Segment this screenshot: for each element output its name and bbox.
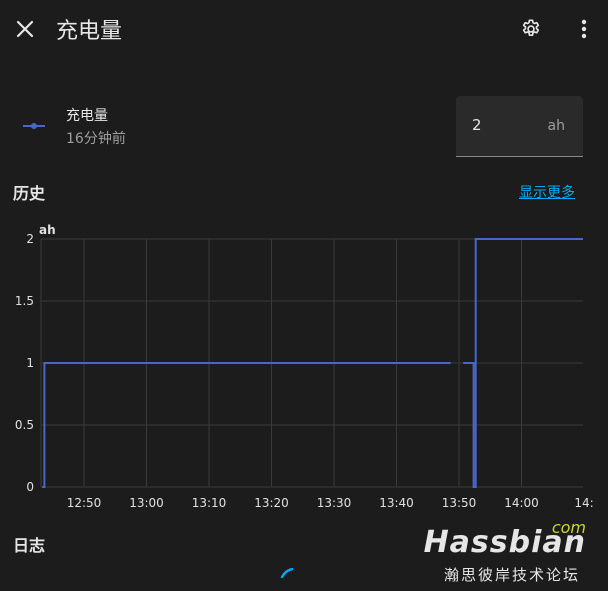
y-tick-label: 2 — [26, 232, 34, 246]
x-tick-label: 13:30 — [317, 496, 352, 510]
history-title: 历史 — [13, 184, 46, 203]
y-tick-label: 1.5 — [15, 294, 34, 308]
close-icon — [16, 20, 34, 38]
more-vert-icon — [581, 19, 587, 39]
settings-button[interactable] — [512, 10, 550, 48]
y-tick-label: 0.5 — [15, 418, 34, 432]
y-axis-label: ah — [39, 223, 56, 237]
x-tick-label: 13:10 — [192, 496, 227, 510]
more-options-button[interactable] — [566, 10, 602, 48]
logbook-title: 日志 — [13, 536, 46, 555]
x-tick-label: 12:50 — [67, 496, 102, 510]
y-tick-label: 0 — [26, 480, 34, 494]
entity-last-changed: 16分钟前 — [66, 131, 126, 147]
entity-name: 充电量 — [66, 108, 108, 124]
x-tick-label: 13:00 — [129, 496, 164, 510]
x-tick-label: 14:00 — [504, 496, 539, 510]
x-tick-label: 14: — [574, 496, 593, 510]
gear-icon — [522, 19, 540, 36]
x-tick-label: 13:40 — [379, 496, 414, 510]
y-tick-label: 1 — [26, 356, 34, 370]
close-button[interactable] — [6, 10, 44, 48]
show-more-link[interactable]: 显示更多 — [519, 182, 575, 202]
dialog-title: 充电量 — [56, 19, 123, 44]
value-input[interactable] — [472, 116, 532, 134]
line-legend-icon — [23, 123, 45, 129]
watermark-subtitle: 瀚思彼岸技术论坛 — [443, 566, 580, 584]
watermark-brand: Hassbian — [423, 525, 586, 560]
history-chart: 12:50 13:00 13:10 13:20 13:30 13:40 13:50 14:00… — [15, 223, 594, 510]
loading-spinner-icon — [280, 568, 294, 578]
x-tick-label: 13:20 — [254, 496, 289, 510]
value-field[interactable]: ah — [456, 96, 583, 157]
x-tick-label: 13:50 — [442, 496, 477, 510]
value-unit: ah — [547, 118, 565, 134]
